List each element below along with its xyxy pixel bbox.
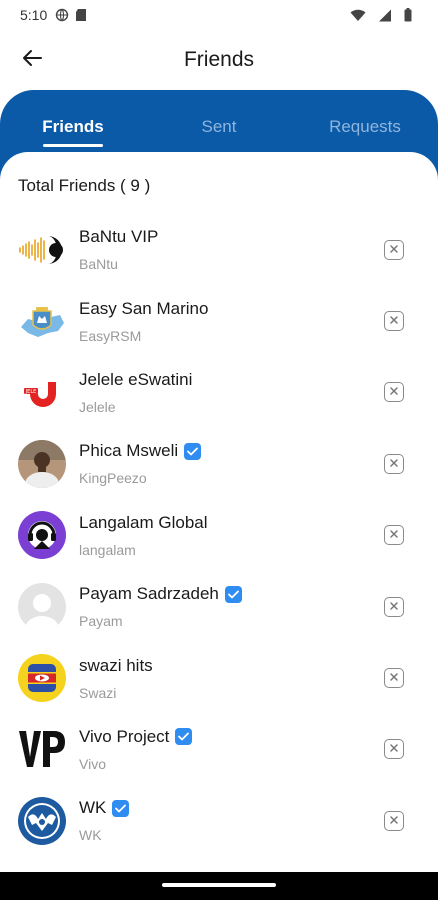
active-tab-indicator bbox=[43, 144, 103, 147]
avatar-vp-logo bbox=[18, 725, 66, 774]
remove-friend-button[interactable] bbox=[384, 525, 404, 546]
tab-bar: Friends Sent Requests bbox=[0, 90, 438, 152]
friend-username: WK bbox=[79, 827, 102, 844]
close-icon bbox=[389, 598, 399, 616]
friend-name: Phica Msweli bbox=[79, 441, 179, 461]
friend-name: WK bbox=[79, 798, 107, 818]
remove-friend-button[interactable] bbox=[384, 382, 404, 403]
friends-list: BaNtu VIP BaNtu Easy San Marino EasyRSM … bbox=[0, 214, 438, 857]
svg-text:JELE: JELE bbox=[25, 389, 37, 395]
remove-friend-button[interactable] bbox=[384, 739, 404, 760]
home-indicator[interactable] bbox=[162, 883, 276, 887]
avatar-person-photo bbox=[18, 439, 66, 488]
verified-badge-icon bbox=[224, 585, 242, 603]
page-title: Friends bbox=[183, 48, 255, 71]
avatar-bantu-logo bbox=[18, 225, 66, 274]
close-icon bbox=[389, 383, 399, 401]
tab-requests[interactable]: Requests bbox=[292, 90, 438, 152]
signal-icon bbox=[378, 9, 392, 22]
friend-row[interactable]: Easy San Marino EasyRSM bbox=[0, 285, 438, 356]
wifi-icon bbox=[350, 9, 366, 22]
friend-name: Vivo Project bbox=[79, 726, 170, 746]
tab-friends[interactable]: Friends bbox=[0, 90, 146, 152]
avatar-jelele-logo: JELE bbox=[18, 368, 66, 417]
friend-name: Langalam Global bbox=[79, 512, 208, 532]
avatar-swazi-hits-logo bbox=[18, 654, 66, 703]
remove-friend-button[interactable] bbox=[384, 453, 404, 474]
sd-card-icon bbox=[75, 8, 87, 22]
tab-requests-label: Requests bbox=[329, 117, 401, 136]
close-icon bbox=[389, 312, 399, 330]
tab-sent[interactable]: Sent bbox=[146, 90, 292, 152]
app-bar: Friends bbox=[0, 30, 438, 90]
friend-row[interactable]: Vivo Project Vivo bbox=[0, 714, 438, 785]
close-icon bbox=[389, 740, 399, 758]
verified-badge-icon bbox=[112, 799, 130, 817]
friend-username: langalam bbox=[79, 541, 136, 558]
arrow-left-icon bbox=[21, 47, 43, 74]
friend-username: Vivo bbox=[79, 755, 106, 772]
friends-list-panel: Total Friends ( 9 ) BaNtu VIP BaNtu Easy… bbox=[0, 152, 438, 872]
friend-row[interactable]: BaNtu VIP BaNtu bbox=[0, 214, 438, 285]
friend-name: Jelele eSwatini bbox=[79, 369, 193, 389]
friend-username: Jelele bbox=[79, 398, 116, 415]
remove-friend-button[interactable] bbox=[384, 810, 404, 831]
friend-username: Swazi bbox=[79, 684, 117, 701]
globe-icon bbox=[55, 8, 69, 22]
friend-name: BaNtu VIP bbox=[79, 227, 159, 247]
status-bar: 5:10 bbox=[0, 0, 438, 30]
close-icon bbox=[389, 241, 399, 259]
avatar-langalam-logo bbox=[18, 511, 66, 560]
friend-row[interactable]: Langalam Global langalam bbox=[0, 500, 438, 571]
close-icon bbox=[389, 812, 399, 830]
battery-icon bbox=[404, 8, 412, 22]
friend-username: Payam bbox=[79, 613, 123, 630]
remove-friend-button[interactable] bbox=[384, 311, 404, 332]
status-time: 5:10 bbox=[20, 7, 48, 23]
friend-username: BaNtu bbox=[79, 256, 118, 273]
friend-name: Payam Sadrzadeh bbox=[79, 584, 219, 604]
friend-name: swazi hits bbox=[79, 655, 153, 675]
close-icon bbox=[389, 526, 399, 544]
total-friends-count: Total Friends ( 9 ) bbox=[18, 176, 151, 195]
remove-friend-button[interactable] bbox=[384, 239, 404, 260]
friend-username: KingPeezo bbox=[79, 470, 147, 487]
friend-row[interactable]: swazi hits Swazi bbox=[0, 642, 438, 713]
friend-row[interactable]: WK WK bbox=[0, 785, 438, 856]
close-icon bbox=[389, 455, 399, 473]
remove-friend-button[interactable] bbox=[384, 596, 404, 617]
friend-name: Easy San Marino bbox=[79, 298, 209, 318]
system-navigation-bar bbox=[0, 872, 438, 900]
verified-badge-icon bbox=[184, 442, 202, 460]
friend-username: EasyRSM bbox=[79, 327, 142, 344]
avatar-san-marino-map bbox=[18, 297, 66, 346]
verified-badge-icon bbox=[175, 728, 193, 746]
remove-friend-button[interactable] bbox=[384, 668, 404, 689]
friend-row[interactable]: Payam Sadrzadeh Payam bbox=[0, 571, 438, 642]
friend-row[interactable]: Phica Msweli KingPeezo bbox=[0, 428, 438, 499]
avatar-default-person bbox=[18, 582, 66, 631]
back-button[interactable] bbox=[16, 44, 48, 76]
tab-friends-label: Friends bbox=[42, 117, 104, 136]
avatar-wk-emblem bbox=[18, 796, 66, 845]
close-icon bbox=[389, 669, 399, 687]
friend-row[interactable]: JELE Jelele eSwatini Jelele bbox=[0, 357, 438, 428]
tab-sent-label: Sent bbox=[201, 117, 237, 136]
